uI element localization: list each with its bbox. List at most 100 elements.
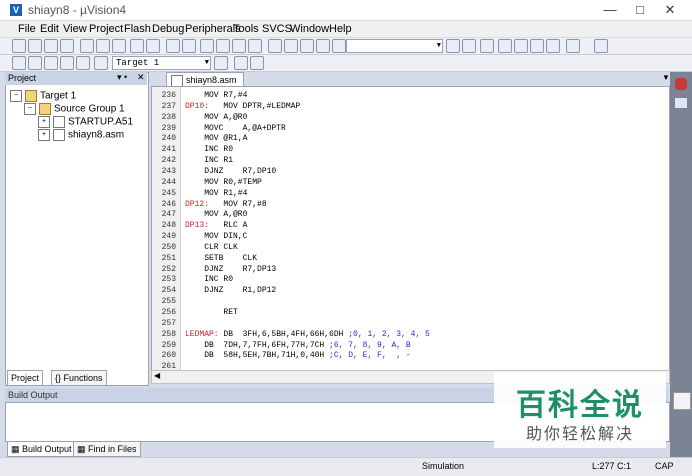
configure-icon[interactable]	[594, 39, 608, 53]
collapse-icon[interactable]: −	[10, 90, 22, 102]
line-number: 236	[161, 91, 176, 100]
tab-build-output[interactable]: ▦ Build Output	[7, 441, 76, 457]
tab-project[interactable]: Project	[7, 370, 44, 386]
navigate-back-icon[interactable]	[166, 39, 180, 53]
editor-tab-shiayn8[interactable]: shiayn8.asm	[166, 72, 244, 87]
collapse-icon[interactable]: −	[24, 103, 36, 115]
target-select[interactable]: Target 1 ▼	[112, 56, 211, 70]
background-app-icon	[675, 78, 687, 90]
folder-icon	[39, 103, 51, 115]
window-title: shiayn8 - µVision4	[28, 3, 127, 17]
download-icon[interactable]	[94, 56, 108, 70]
save-icon[interactable]	[44, 39, 58, 53]
code-line: INC R0	[185, 145, 233, 154]
debug-session-icon[interactable]	[480, 39, 494, 53]
target-options-icon[interactable]	[214, 56, 228, 70]
build-icon[interactable]	[28, 56, 42, 70]
watermark: 百科全说 助你轻松解决	[494, 372, 666, 448]
status-mode: Simulation	[422, 461, 465, 471]
unindent-icon[interactable]	[284, 39, 298, 53]
menu-view[interactable]: View	[63, 23, 87, 35]
expand-icon[interactable]: +	[38, 116, 50, 128]
menu-help[interactable]: Help	[329, 23, 352, 35]
tree-group[interactable]: − Source Group 1	[24, 103, 125, 115]
tree-file-asm[interactable]: + shiayn8.asm	[38, 129, 124, 141]
comment-icon[interactable]	[300, 39, 314, 53]
save-all-icon[interactable]	[60, 39, 74, 53]
tab-build-output-label: Build Output	[22, 444, 72, 454]
menu-file[interactable]: File	[18, 23, 36, 35]
tab-functions[interactable]: {} Functions	[51, 370, 107, 386]
tree-target[interactable]: − Target 1	[10, 90, 76, 102]
tree-target-label: Target 1	[40, 90, 77, 102]
line-number: 254	[161, 286, 176, 296]
line-number: 250	[161, 242, 176, 252]
scroll-left-icon[interactable]: ◀	[154, 371, 160, 380]
bookmark-icon[interactable]	[200, 39, 214, 53]
manage-components-icon[interactable]	[234, 56, 248, 70]
line-number: 239	[161, 123, 176, 133]
code-text: MOV R7,#4	[185, 91, 248, 100]
panel-close-icon[interactable]: ✕	[137, 72, 145, 83]
project-panel-header: Project ▾ • ✕	[5, 72, 147, 85]
redo-icon[interactable]	[146, 39, 160, 53]
code-text: DJNZ R7,DP10	[185, 166, 277, 176]
code-editor[interactable]: 236 237 238 239 240 241 242 243 244 245 246 247 248 2…	[151, 86, 670, 372]
find-combo[interactable]: ▼	[346, 39, 443, 53]
find-icon[interactable]	[446, 39, 460, 53]
menu-debug[interactable]: Debug	[152, 23, 184, 35]
open-folder-icon[interactable]	[28, 39, 42, 53]
tab-functions-label: Functions	[63, 373, 103, 383]
pin-icon[interactable]: ▾ •	[117, 72, 127, 83]
batch-build-icon[interactable]	[60, 56, 74, 70]
code-text: RET	[185, 308, 238, 317]
code-text: INC R0	[185, 275, 234, 285]
menu-edit[interactable]: Edit	[40, 23, 59, 35]
window-layout-icon[interactable]	[566, 39, 580, 53]
navigate-forward-icon[interactable]	[182, 39, 196, 53]
build-output-title: Build Output	[8, 390, 58, 400]
rebuild-icon[interactable]	[44, 56, 58, 70]
clear-bookmarks-icon[interactable]	[248, 39, 262, 53]
line-number: 253	[161, 275, 176, 285]
line-number: 251	[161, 253, 176, 263]
menu-project[interactable]: Project	[89, 23, 123, 35]
incremental-find-icon[interactable]	[462, 39, 476, 53]
maximize-icon[interactable]: □	[625, 0, 655, 20]
menu-tools[interactable]: Tools	[233, 23, 259, 35]
tree-file-startup[interactable]: + STARTUP.A51	[38, 116, 133, 128]
new-file-icon[interactable]	[12, 39, 26, 53]
file-extensions-icon[interactable]	[250, 56, 264, 70]
project-panel-title: Project	[8, 73, 37, 83]
tree-file-label: STARTUP.A51	[68, 116, 134, 128]
stop-build-icon[interactable]	[76, 56, 90, 70]
breakpoint-icon[interactable]	[498, 39, 512, 53]
tab-find-in-files[interactable]: ▦ Find in Files	[73, 441, 141, 457]
uncomment-icon[interactable]	[316, 39, 330, 53]
indent-icon[interactable]	[268, 39, 282, 53]
code-label: DP12:	[185, 199, 210, 209]
cut-icon[interactable]	[80, 39, 94, 53]
close-icon[interactable]: ✕	[655, 0, 685, 20]
copy-icon[interactable]	[96, 39, 110, 53]
folder-side-icon[interactable]	[673, 392, 691, 410]
menu-svcs[interactable]: SVCS	[262, 23, 292, 35]
undo-icon[interactable]	[130, 39, 144, 53]
kill-breakpoints-icon[interactable]	[530, 39, 544, 53]
disable-all-breakpoints-icon[interactable]	[546, 39, 560, 53]
menu-window[interactable]: Window	[290, 23, 329, 35]
code-text: MOV DPTR,#LEDMAP	[209, 101, 301, 111]
disable-breakpoint-icon[interactable]	[514, 39, 528, 53]
line-number: 255	[161, 297, 176, 307]
paste-icon[interactable]	[112, 39, 126, 53]
tab-list-arrow-icon[interactable]: ▼	[662, 73, 670, 82]
menu-flash[interactable]: Flash	[124, 23, 151, 35]
prev-bookmark-icon[interactable]	[216, 39, 230, 53]
translate-icon[interactable]	[12, 56, 26, 70]
code-line: SETB CLK	[185, 254, 257, 263]
next-bookmark-icon[interactable]	[232, 39, 246, 53]
code-text: MOV R7,#8	[209, 199, 267, 209]
minimize-icon[interactable]: —	[595, 0, 625, 20]
expand-icon[interactable]: +	[38, 129, 50, 141]
find-in-files-icon[interactable]	[332, 39, 346, 53]
